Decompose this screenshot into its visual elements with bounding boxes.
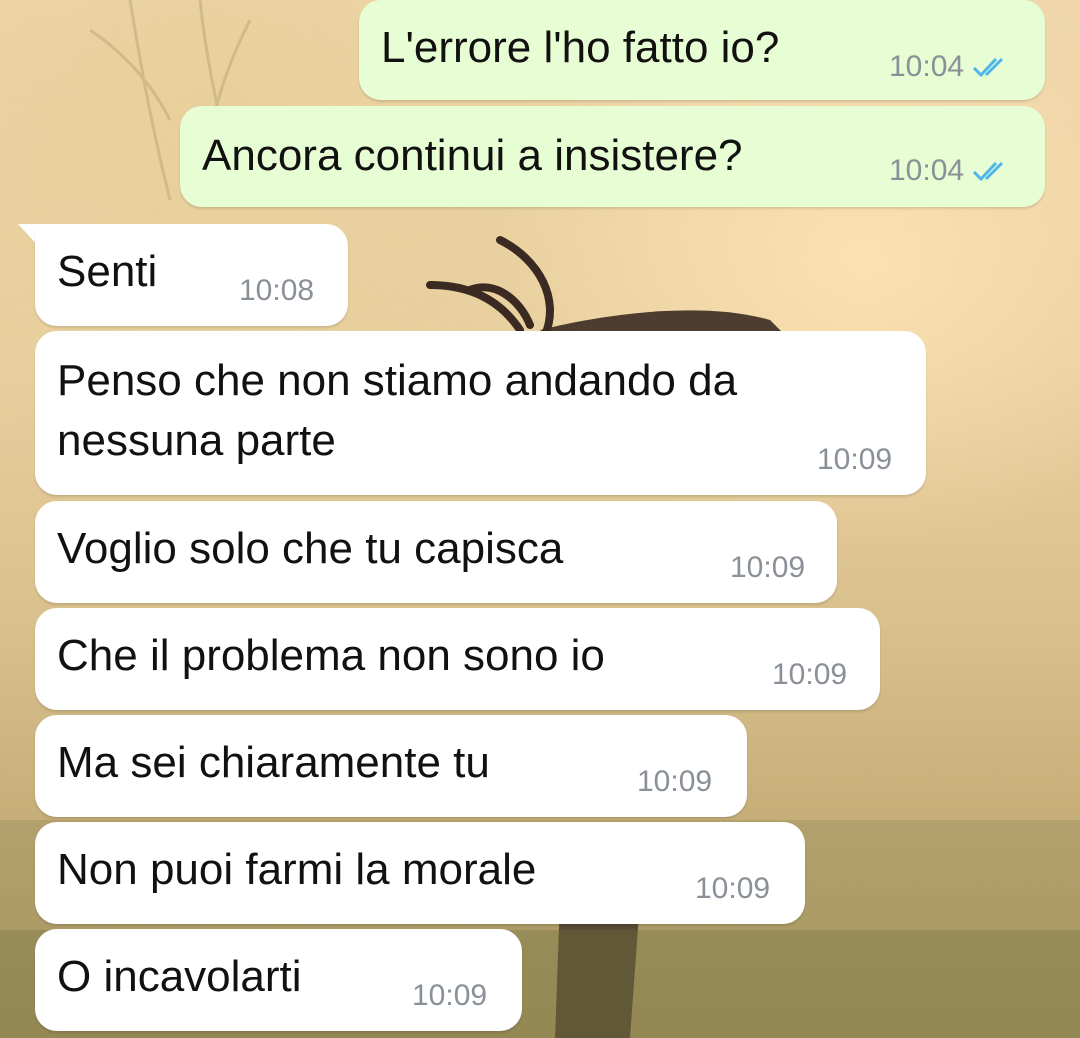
message-meta: 10:09 xyxy=(637,765,712,799)
message-meta: 10:09 xyxy=(730,551,805,585)
incoming-message-bubble[interactable]: Ma sei chiaramente tu 10:09 xyxy=(35,715,747,817)
message-text: O incavolarti xyxy=(57,952,302,1001)
message-timestamp: 10:04 xyxy=(889,50,965,83)
message-text: Ma sei chiaramente tu xyxy=(57,738,490,787)
message-meta: 10:08 xyxy=(239,274,314,308)
message-meta: 10:09 xyxy=(772,658,847,692)
chat-thread[interactable]: L'errore l'ho fatto io? 10:04 Ancora con… xyxy=(0,0,1080,1038)
message-timestamp: 10:09 xyxy=(730,551,806,584)
message-text: Penso che non stiamo andando da nessuna … xyxy=(57,356,738,465)
message-timestamp: 10:09 xyxy=(637,765,713,798)
incoming-message-bubble[interactable]: Voglio solo che tu capisca 10:09 xyxy=(35,501,837,603)
message-timestamp: 10:04 xyxy=(889,154,965,187)
outgoing-message-bubble[interactable]: Ancora continui a insistere? 10:04 xyxy=(180,106,1045,207)
message-meta: 10:04 xyxy=(889,50,1012,84)
message-timestamp: 10:08 xyxy=(239,274,315,307)
message-timestamp: 10:09 xyxy=(695,872,771,905)
message-text: L'errore l'ho fatto io? xyxy=(381,23,780,72)
message-text: Senti xyxy=(57,247,158,296)
message-meta: 10:09 xyxy=(412,979,487,1013)
incoming-message-bubble[interactable]: Che il problema non sono io 10:09 xyxy=(35,608,880,710)
message-timestamp: 10:09 xyxy=(817,443,893,476)
outgoing-message-bubble[interactable]: L'errore l'ho fatto io? 10:04 xyxy=(359,0,1045,100)
message-meta: 10:09 xyxy=(695,872,770,906)
message-timestamp: 10:09 xyxy=(412,979,488,1012)
incoming-message-bubble[interactable]: Senti 10:08 xyxy=(35,224,348,326)
message-meta: 10:09 xyxy=(817,443,892,477)
incoming-message-bubble[interactable]: Penso che non stiamo andando da nessuna … xyxy=(35,331,926,495)
message-text: Voglio solo che tu capisca xyxy=(57,524,564,573)
incoming-message-bubble[interactable]: Non puoi farmi la morale 10:09 xyxy=(35,822,805,924)
message-text: Non puoi farmi la morale xyxy=(57,845,537,894)
read-double-check-icon xyxy=(972,159,1012,183)
incoming-message-bubble[interactable]: O incavolarti 10:09 xyxy=(35,929,522,1031)
message-text: Che il problema non sono io xyxy=(57,631,605,680)
message-meta: 10:04 xyxy=(889,154,1012,188)
read-double-check-icon xyxy=(972,55,1012,79)
message-timestamp: 10:09 xyxy=(772,658,848,691)
message-text: Ancora continui a insistere? xyxy=(202,131,743,180)
